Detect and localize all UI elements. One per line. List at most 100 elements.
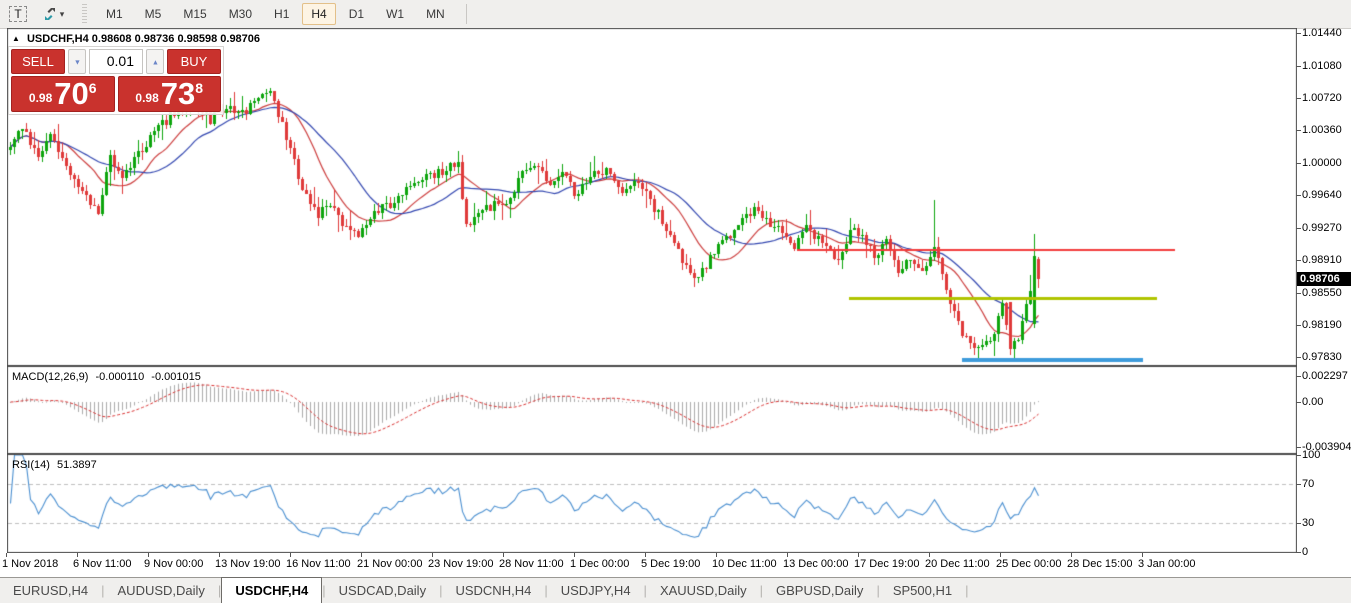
ohlc-high: 0.98736 bbox=[135, 33, 175, 45]
chart-tab-usdjpy[interactable]: USDJPY,H4 bbox=[548, 578, 644, 603]
time-axis-tick bbox=[1071, 553, 1072, 557]
chart-symbol: USDCHF,H4 bbox=[27, 33, 89, 45]
buy-button[interactable]: BUY bbox=[167, 49, 221, 74]
price-axis-label: 0.98910 bbox=[1302, 254, 1342, 266]
time-axis-label: 13 Dec 00:00 bbox=[783, 558, 848, 570]
time-axis-tick bbox=[432, 553, 433, 557]
price-axis-tick bbox=[1296, 33, 1301, 34]
timeframe-button-m15[interactable]: M15 bbox=[174, 3, 215, 25]
sell-price-button[interactable]: 0.98 70 6 bbox=[11, 76, 115, 112]
chart-tab-usdcad[interactable]: USDCAD,Daily bbox=[326, 578, 439, 603]
price-axis-tick bbox=[1296, 163, 1301, 164]
chart-tab-gbpusd[interactable]: GBPUSD,Daily bbox=[763, 578, 876, 603]
toolbar-separator bbox=[466, 4, 467, 24]
current-price-tag: 0.98706 bbox=[1297, 272, 1351, 286]
macd-value-main: -0.000110 bbox=[95, 371, 144, 383]
time-axis-label: 5 Dec 19:00 bbox=[641, 558, 700, 570]
timeframe-button-h4[interactable]: H4 bbox=[302, 3, 335, 25]
timeframe-button-m1[interactable]: M1 bbox=[97, 3, 132, 25]
time-axis-tick bbox=[645, 553, 646, 557]
macd-label: MACD(12,26,9) -0.000110 -0.001015 bbox=[12, 371, 205, 383]
macd-axis-label: 0.002297 bbox=[1302, 370, 1348, 382]
toolbar-grip[interactable] bbox=[82, 4, 87, 24]
chart-tab-eurusd[interactable]: EURUSD,H4 bbox=[0, 578, 101, 603]
price-axis-label: 0.97830 bbox=[1302, 351, 1342, 363]
time-axis-label: 25 Dec 00:00 bbox=[996, 558, 1061, 570]
timeframe-button-mn[interactable]: MN bbox=[417, 3, 454, 25]
time-axis-label: 21 Nov 00:00 bbox=[357, 558, 422, 570]
chart-tab-sp500[interactable]: SP500,H1 bbox=[880, 578, 965, 603]
volume-down-button[interactable]: ▼ bbox=[68, 49, 86, 74]
timeframe-button-m30[interactable]: M30 bbox=[220, 3, 261, 25]
time-axis-tick bbox=[787, 553, 788, 557]
ohlc-low: 0.98598 bbox=[177, 33, 217, 45]
buy-price-big: 73 bbox=[161, 77, 195, 111]
volume-input[interactable]: 0.01 bbox=[89, 49, 143, 74]
rsi-value: 51.3897 bbox=[57, 459, 97, 471]
text-tool-button[interactable]: T bbox=[6, 3, 30, 25]
price-axis-tick bbox=[1296, 357, 1301, 358]
arrows-tool-button[interactable]: ▾ bbox=[36, 3, 70, 25]
time-axis-tick bbox=[6, 553, 7, 557]
price-axis-label: 1.01080 bbox=[1302, 60, 1342, 72]
price-axis-label: 0.98190 bbox=[1302, 319, 1342, 331]
rsi-axis-tick bbox=[1296, 523, 1301, 524]
price-axis-label: 0.99640 bbox=[1302, 189, 1342, 201]
rsi-axis-tick bbox=[1296, 455, 1301, 456]
timeframe-toolbar: T ▾ M1M5M15M30H1H4D1W1MN bbox=[0, 0, 1351, 29]
rsi-axis-label: 0 bbox=[1302, 546, 1308, 558]
timeframe-button-d1[interactable]: D1 bbox=[340, 3, 373, 25]
chart-tab-usdcnh[interactable]: USDCNH,H4 bbox=[442, 578, 544, 603]
time-axis-label: 20 Dec 11:00 bbox=[925, 558, 990, 570]
chart-tab-xauusd[interactable]: XAUUSD,Daily bbox=[647, 578, 760, 603]
time-axis-tick bbox=[716, 553, 717, 557]
timeframe-button-w1[interactable]: W1 bbox=[377, 3, 413, 25]
sell-price-big: 70 bbox=[54, 77, 88, 111]
timeframe-button-m5[interactable]: M5 bbox=[136, 3, 171, 25]
volume-up-icon: ▲ bbox=[151, 58, 158, 66]
sell-price-prefix: 0.98 bbox=[29, 91, 52, 105]
chart-tab-usdchf[interactable]: USDCHF,H4 bbox=[221, 577, 322, 603]
time-axis-tick bbox=[77, 553, 78, 557]
time-axis-tick bbox=[503, 553, 504, 557]
sell-button[interactable]: SELL bbox=[11, 49, 65, 74]
volume-up-button[interactable]: ▲ bbox=[146, 49, 164, 74]
chart-title: ▲ USDCHF,H4 0.98608 0.98736 0.98598 0.98… bbox=[12, 33, 260, 45]
rsi-axis-label: 100 bbox=[1302, 449, 1320, 461]
time-axis-label: 1 Nov 2018 bbox=[2, 558, 58, 570]
collapse-panel-icon[interactable]: ▲ bbox=[12, 34, 20, 43]
text-tool-icon: T bbox=[9, 6, 26, 22]
chart-tab-bar: EURUSD,H4|AUDUSD,Daily|USDCHF,H4|USDCAD,… bbox=[0, 577, 1351, 603]
time-axis-label: 6 Nov 11:00 bbox=[73, 558, 132, 570]
price-axis-tick bbox=[1296, 228, 1301, 229]
time-axis-label: 28 Nov 11:00 bbox=[499, 558, 564, 570]
time-axis-label: 9 Nov 00:00 bbox=[144, 558, 203, 570]
time-axis-tick bbox=[148, 553, 149, 557]
chart-tab-audusd[interactable]: AUDUSD,Daily bbox=[105, 578, 218, 603]
time-axis-label: 13 Nov 19:00 bbox=[215, 558, 280, 570]
ohlc-close: 0.98706 bbox=[220, 33, 260, 45]
time-axis-label: 17 Dec 19:00 bbox=[854, 558, 919, 570]
price-axis-tick bbox=[1296, 130, 1301, 131]
dropdown-caret-icon: ▾ bbox=[60, 9, 65, 20]
price-axis-label: 1.00000 bbox=[1302, 157, 1342, 169]
buy-price-button[interactable]: 0.98 73 8 bbox=[118, 76, 222, 112]
rsi-axis-label: 70 bbox=[1302, 478, 1314, 490]
one-click-trading-panel: SELL ▼ 0.01 ▲ BUY 0.98 70 6 0.98 73 8 bbox=[8, 46, 224, 115]
price-axis-label: 1.00720 bbox=[1302, 92, 1342, 104]
time-axis-tick bbox=[219, 553, 220, 557]
timeframe-button-h1[interactable]: H1 bbox=[265, 3, 298, 25]
time-axis-tick bbox=[574, 553, 575, 557]
time-axis-label: 16 Nov 11:00 bbox=[286, 558, 351, 570]
tab-separator: | bbox=[965, 583, 968, 598]
ohlc-open: 0.98608 bbox=[92, 33, 132, 45]
rsi-indicator-canvas[interactable] bbox=[7, 454, 1297, 553]
time-axis-tick bbox=[361, 553, 362, 557]
macd-axis-tick bbox=[1296, 447, 1301, 448]
price-axis-label: 0.98550 bbox=[1302, 287, 1342, 299]
macd-axis-tick bbox=[1296, 402, 1301, 403]
macd-value-signal: -0.001015 bbox=[151, 371, 201, 383]
rsi-label: RSI(14) 51.3897 bbox=[12, 459, 101, 471]
buy-price-prefix: 0.98 bbox=[135, 91, 158, 105]
price-axis-label: 1.00360 bbox=[1302, 124, 1342, 136]
